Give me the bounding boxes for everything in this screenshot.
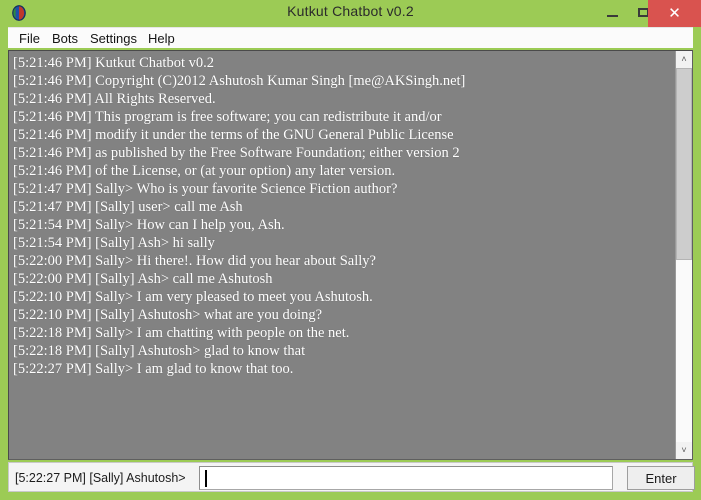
- chat-log-line: [5:21:46 PM] modify it under the terms o…: [13, 127, 454, 143]
- chat-log-line: [5:22:00 PM] [Sally] Ash> call me Ashuto…: [13, 271, 273, 287]
- chat-log: [5:21:46 PM] Kutkut Chatbot v0.2 [5:21:46…: [13, 54, 669, 456]
- scroll-up-arrow-icon[interactable]: ˄: [676, 51, 692, 68]
- chat-log-line: [5:21:46 PM] Kutkut Chatbot v0.2: [13, 55, 214, 71]
- message-input[interactable]: [199, 466, 613, 490]
- chat-log-line: [5:21:54 PM] Sally> How can I help you, …: [13, 217, 285, 233]
- chat-log-line: [5:21:46 PM] as published by the Free So…: [13, 145, 460, 161]
- scroll-down-arrow-icon[interactable]: ˅: [676, 442, 692, 459]
- chat-log-line: [5:21:46 PM] All Rights Reserved.: [13, 91, 216, 107]
- message-input-row: [5:22:27 PM] [Sally] Ashutosh> Enter: [8, 462, 695, 492]
- app-window: Kutkut Chatbot v0.2 ✕ File Bots Settings…: [0, 0, 701, 500]
- prompt-label: [5:22:27 PM] [Sally] Ashutosh>: [15, 471, 186, 485]
- chat-log-line: [5:22:10 PM] [Sally] Ashutosh> what are …: [13, 307, 323, 323]
- chat-log-line: [5:21:54 PM] [Sally] Ash> hi sally: [13, 235, 215, 251]
- menu-bar: File Bots Settings Help: [8, 27, 693, 48]
- chat-log-line: [5:22:18 PM] [Sally] Ashutosh> glad to k…: [13, 343, 306, 359]
- close-button[interactable]: ✕: [648, 0, 701, 27]
- title-bar[interactable]: Kutkut Chatbot v0.2 ✕: [0, 0, 701, 27]
- minimize-icon: [607, 15, 618, 17]
- enter-button[interactable]: Enter: [627, 466, 695, 490]
- chat-log-panel: [5:21:46 PM] Kutkut Chatbot v0.2 [5:21:46…: [8, 50, 693, 460]
- chat-scrollbar[interactable]: ˄ ˅: [675, 51, 692, 459]
- minimize-button[interactable]: [596, 0, 628, 27]
- chat-log-line: [5:21:46 PM] This program is free softwa…: [13, 109, 442, 125]
- chat-log-line: [5:22:00 PM] Sally> Hi there!. How did y…: [13, 253, 376, 269]
- scrollbar-thumb[interactable]: [676, 68, 692, 260]
- chat-log-line: [5:22:18 PM] Sally> I am chatting with p…: [13, 325, 350, 341]
- close-icon: ✕: [668, 5, 681, 22]
- menu-item-bots[interactable]: Bots: [47, 30, 83, 48]
- chat-log-line: [5:22:27 PM] Sally> I am glad to know th…: [13, 361, 294, 377]
- chat-log-line: [5:21:47 PM] Sally> Who is your favorite…: [13, 181, 398, 197]
- text-caret: [205, 470, 207, 487]
- chat-log-line: [5:21:46 PM] Copyright (C)2012 Ashutosh …: [13, 73, 466, 89]
- chat-log-line: [5:21:46 PM] of the License, or (at your…: [13, 163, 396, 179]
- chat-log-line: [5:22:10 PM] Sally> I am very pleased to…: [13, 289, 373, 305]
- scrollbar-track[interactable]: [676, 68, 692, 442]
- menu-item-settings[interactable]: Settings: [85, 30, 142, 48]
- menu-item-file[interactable]: File: [14, 30, 45, 48]
- menu-item-help[interactable]: Help: [143, 30, 180, 48]
- chat-log-line: [5:21:47 PM] [Sally] user> call me Ash: [13, 199, 243, 215]
